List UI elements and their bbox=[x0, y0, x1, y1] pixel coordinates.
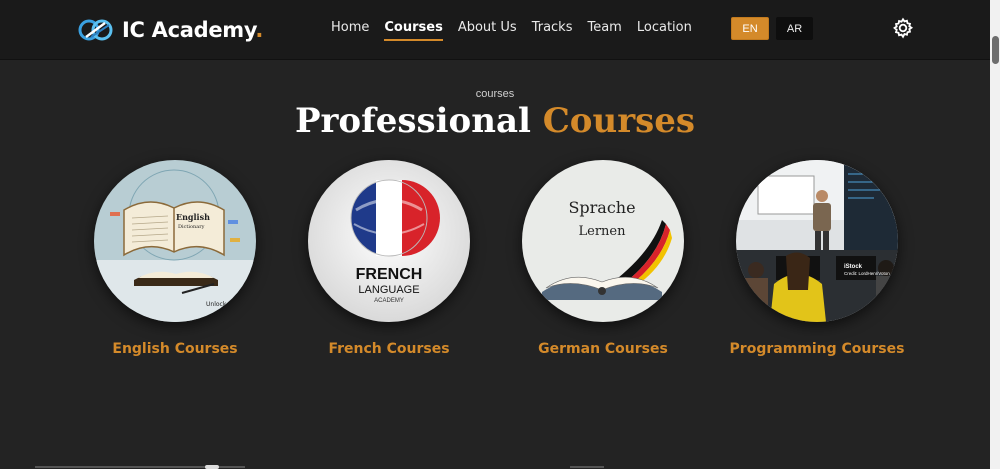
top-navbar: IC Academy. Home Courses About Us Tracks… bbox=[0, 0, 990, 60]
svg-text:ACADEMY: ACADEMY bbox=[374, 298, 404, 304]
nav-team[interactable]: Team bbox=[587, 20, 621, 41]
german-courses-label[interactable]: German Courses bbox=[503, 341, 703, 357]
programming-courses-label[interactable]: Programming Courses bbox=[717, 341, 917, 357]
svg-text:LANGUAGE: LANGUAGE bbox=[358, 284, 419, 296]
section-eyebrow: courses bbox=[475, 88, 515, 100]
svg-text:Unlock: Unlock bbox=[206, 301, 227, 308]
bottom-indicator bbox=[205, 465, 219, 469]
page-scrollbar-track[interactable] bbox=[990, 0, 1000, 469]
brand-name: IC Academy. bbox=[122, 18, 264, 42]
language-ar-button[interactable]: AR bbox=[776, 17, 813, 40]
page-scrollbar-thumb[interactable] bbox=[992, 36, 999, 64]
section-title-main: Professional bbox=[294, 101, 531, 141]
main-navigation: Home Courses About Us Tracks Team Locati… bbox=[331, 20, 692, 41]
nav-about-us[interactable]: About Us bbox=[458, 20, 517, 41]
brand-logo-icon bbox=[78, 19, 113, 41]
english-courses-label[interactable]: English Courses bbox=[75, 341, 275, 357]
course-card-english[interactable]: English Dictionary Unlock English Course… bbox=[75, 160, 275, 357]
svg-text:iStock: iStock bbox=[844, 264, 863, 270]
svg-text:Credit: LordHenriVoton: Credit: LordHenriVoton bbox=[844, 271, 890, 276]
section-title-accent: Courses bbox=[542, 101, 696, 141]
english-course-image[interactable]: English Dictionary Unlock bbox=[94, 160, 256, 322]
french-courses-label[interactable]: French Courses bbox=[289, 341, 489, 357]
svg-text:English: English bbox=[176, 212, 210, 222]
course-card-french[interactable]: FRENCH LANGUAGE ACADEMY French Courses bbox=[289, 160, 489, 357]
german-course-image[interactable]: Sprache Lernen bbox=[522, 160, 684, 322]
language-en-button[interactable]: EN bbox=[731, 17, 769, 40]
nav-home[interactable]: Home bbox=[331, 20, 369, 41]
nav-location[interactable]: Location bbox=[637, 20, 692, 41]
gear-icon[interactable] bbox=[892, 17, 914, 39]
svg-text:Lernen: Lernen bbox=[579, 224, 627, 239]
french-course-image[interactable]: FRENCH LANGUAGE ACADEMY bbox=[308, 160, 470, 322]
programming-course-image[interactable]: iStock Credit: LordHenriVoton bbox=[736, 160, 898, 322]
svg-text:Dictionary: Dictionary bbox=[178, 224, 205, 230]
svg-text:FRENCH: FRENCH bbox=[356, 266, 423, 283]
course-card-programming[interactable]: iStock Credit: LordHenriVoton Programmin… bbox=[717, 160, 917, 357]
bottom-divider-right bbox=[570, 466, 604, 468]
course-card-german[interactable]: Sprache Lernen German Courses bbox=[503, 160, 703, 357]
svg-text:Sprache: Sprache bbox=[568, 198, 635, 217]
section-title: Professional Courses bbox=[0, 101, 990, 141]
nav-courses[interactable]: Courses bbox=[384, 20, 443, 41]
nav-tracks[interactable]: Tracks bbox=[532, 20, 573, 41]
brand-logo-link[interactable]: IC Academy. bbox=[78, 15, 263, 45]
